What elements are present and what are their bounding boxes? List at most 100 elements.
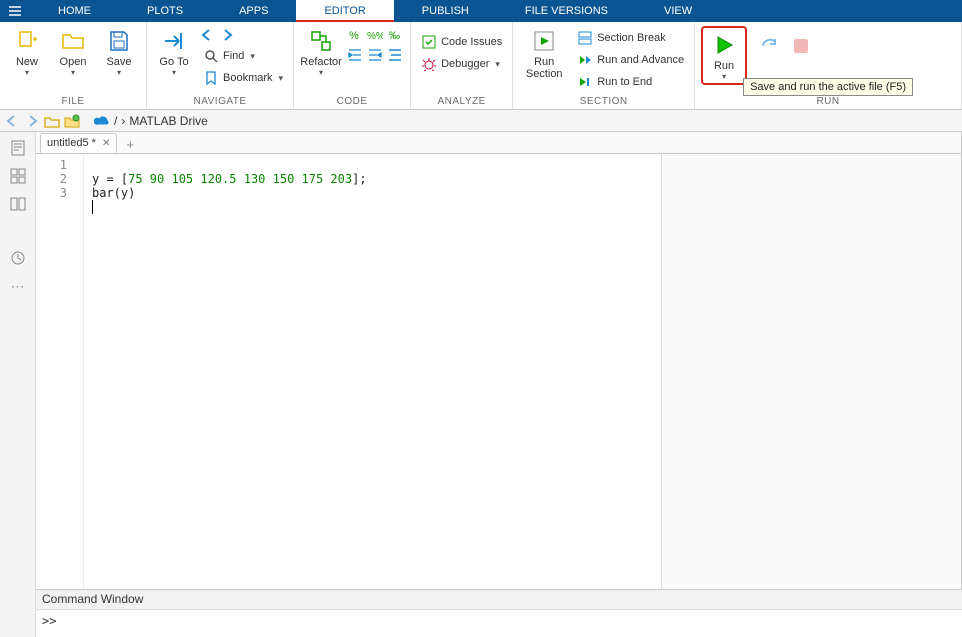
top-tab-bar: HOME PLOTS APPS EDITOR PUBLISH FILE VERS… (0, 0, 962, 22)
folder-browse-icon[interactable] (64, 113, 80, 129)
group-code: Refactor ▾ % %% ‰ CODE (294, 22, 411, 109)
bug-icon (421, 56, 437, 72)
chevron-down-icon: ▾ (495, 59, 500, 70)
command-window-body[interactable]: >> (36, 610, 962, 637)
run-to-end-button[interactable]: Run to End (573, 72, 688, 92)
run-and-advance-button[interactable]: Run and Advance (573, 50, 688, 70)
run-label: Run (714, 60, 734, 72)
document-view-icon[interactable] (8, 138, 28, 158)
find-button[interactable]: Find ▾ (199, 46, 287, 66)
refactor-button[interactable]: Refactor ▾ (300, 26, 342, 77)
menu-icon[interactable] (0, 0, 30, 22)
run-section-icon (531, 28, 557, 54)
open-label: Open (60, 56, 87, 68)
nav-fwd-icon[interactable] (219, 26, 237, 44)
run-section-label: Run Section (526, 56, 563, 80)
stop-button[interactable] (787, 34, 815, 58)
nav-forward-icon[interactable] (24, 113, 40, 129)
nav-back-icon[interactable] (4, 113, 20, 129)
play-icon (711, 32, 737, 58)
breadcrumb-sep: / (114, 114, 117, 128)
command-prompt: >> (42, 614, 56, 628)
ribbon: New ▾ Open ▾ Save ▾ FILE (0, 22, 962, 110)
left-gutter: ⋯ (0, 132, 36, 637)
svg-text:%%: %% (367, 31, 383, 42)
code-issues-label: Code Issues (441, 36, 502, 48)
search-icon (203, 48, 219, 64)
history-icon[interactable] (8, 248, 28, 268)
tab-view[interactable]: VIEW (636, 0, 720, 22)
more-icon[interactable]: ⋯ (8, 276, 28, 296)
folder-up-icon[interactable] (44, 113, 60, 129)
section-break-button[interactable]: Section Break (573, 28, 688, 48)
close-icon[interactable]: ✕ (102, 138, 110, 149)
grid-view-icon[interactable] (8, 166, 28, 186)
run-to-end-icon (577, 74, 593, 90)
code-line-1-numbers: 75 90 105 120.5 130 150 175 203 (128, 172, 352, 186)
wrap-comment-icon[interactable]: ‰ (386, 26, 404, 44)
run-button[interactable]: Run ▾ (705, 30, 743, 81)
address-bar: / › MATLAB Drive (0, 110, 962, 132)
nav-back-icon[interactable] (199, 26, 217, 44)
tab-file-versions[interactable]: FILE VERSIONS (497, 0, 636, 22)
group-label-file: FILE (6, 96, 140, 109)
line-numbers: 1 2 3 (36, 154, 84, 637)
command-window: Command Window >> (36, 589, 962, 637)
new-button[interactable]: New ▾ (6, 26, 48, 77)
run-section-button[interactable]: Run Section (519, 26, 569, 80)
goto-button[interactable]: Go To ▾ (153, 26, 195, 77)
tab-home[interactable]: HOME (30, 0, 119, 22)
compare-icon[interactable] (8, 194, 28, 214)
smart-indent-icon[interactable] (386, 46, 404, 64)
section-break-icon (577, 30, 593, 46)
group-label-code: CODE (300, 96, 404, 109)
breadcrumb-chevron-icon: › (121, 114, 125, 128)
editor-tabs: untitled5 * ✕ + (36, 132, 961, 154)
indent-icon[interactable] (346, 46, 364, 64)
add-tab-button[interactable]: + (121, 135, 139, 153)
code-issues-button[interactable]: Code Issues (417, 32, 506, 52)
save-label: Save (106, 56, 131, 68)
file-tab-untitled5[interactable]: untitled5 * ✕ (40, 133, 117, 153)
main: ⋯ untitled5 * ✕ + 1 2 3 y = [75 90 105 1… (0, 132, 962, 637)
tab-apps[interactable]: APPS (211, 0, 296, 22)
run-advance-label: Run and Advance (597, 54, 684, 66)
comment-icon[interactable]: % (346, 26, 364, 44)
section-break-label: Section Break (597, 32, 665, 44)
step-button[interactable] (757, 34, 785, 58)
svg-text:‰: ‰ (389, 30, 400, 42)
save-button[interactable]: Save ▾ (98, 26, 140, 77)
breadcrumb-drive: MATLAB Drive (129, 114, 207, 128)
refactor-icon (308, 28, 334, 54)
file-tab-label: untitled5 * (47, 137, 96, 149)
chevron-down-icon: ▾ (319, 68, 323, 77)
code-line-1a: y = [ (92, 172, 128, 186)
tab-editor[interactable]: EDITOR (296, 0, 393, 22)
outdent-icon[interactable] (366, 46, 384, 64)
group-label-run: RUN (701, 96, 955, 109)
group-file: New ▾ Open ▾ Save ▾ FILE (0, 22, 147, 109)
find-label: Find (223, 50, 244, 62)
debugger-button[interactable]: Debugger ▾ (417, 54, 506, 74)
code-text[interactable]: y = [75 90 105 120.5 130 150 175 203]; b… (84, 154, 661, 637)
open-button[interactable]: Open ▾ (52, 26, 94, 77)
text-cursor (92, 200, 93, 214)
tab-publish[interactable]: PUBLISH (394, 0, 497, 22)
group-label-navigate: NAVIGATE (153, 96, 287, 109)
tab-plots[interactable]: PLOTS (119, 0, 211, 22)
new-label: New (16, 56, 38, 68)
group-label-section: SECTION (519, 96, 688, 109)
chevron-down-icon: ▾ (25, 68, 29, 77)
cloud-icon[interactable] (94, 113, 110, 129)
chevron-down-icon: ▾ (117, 68, 121, 77)
run-advance-icon (577, 52, 593, 68)
breadcrumb-path[interactable]: / › MATLAB Drive (114, 114, 208, 128)
code-editor[interactable]: 1 2 3 y = [75 90 105 120.5 130 150 175 2… (36, 154, 961, 637)
bookmark-label: Bookmark (223, 72, 273, 84)
save-icon (106, 28, 132, 54)
new-file-icon (14, 28, 40, 54)
editor-right-margin (661, 154, 961, 637)
uncomment-icon[interactable]: %% (366, 26, 384, 44)
refactor-label: Refactor (300, 56, 342, 68)
bookmark-button[interactable]: Bookmark ▾ (199, 68, 287, 88)
